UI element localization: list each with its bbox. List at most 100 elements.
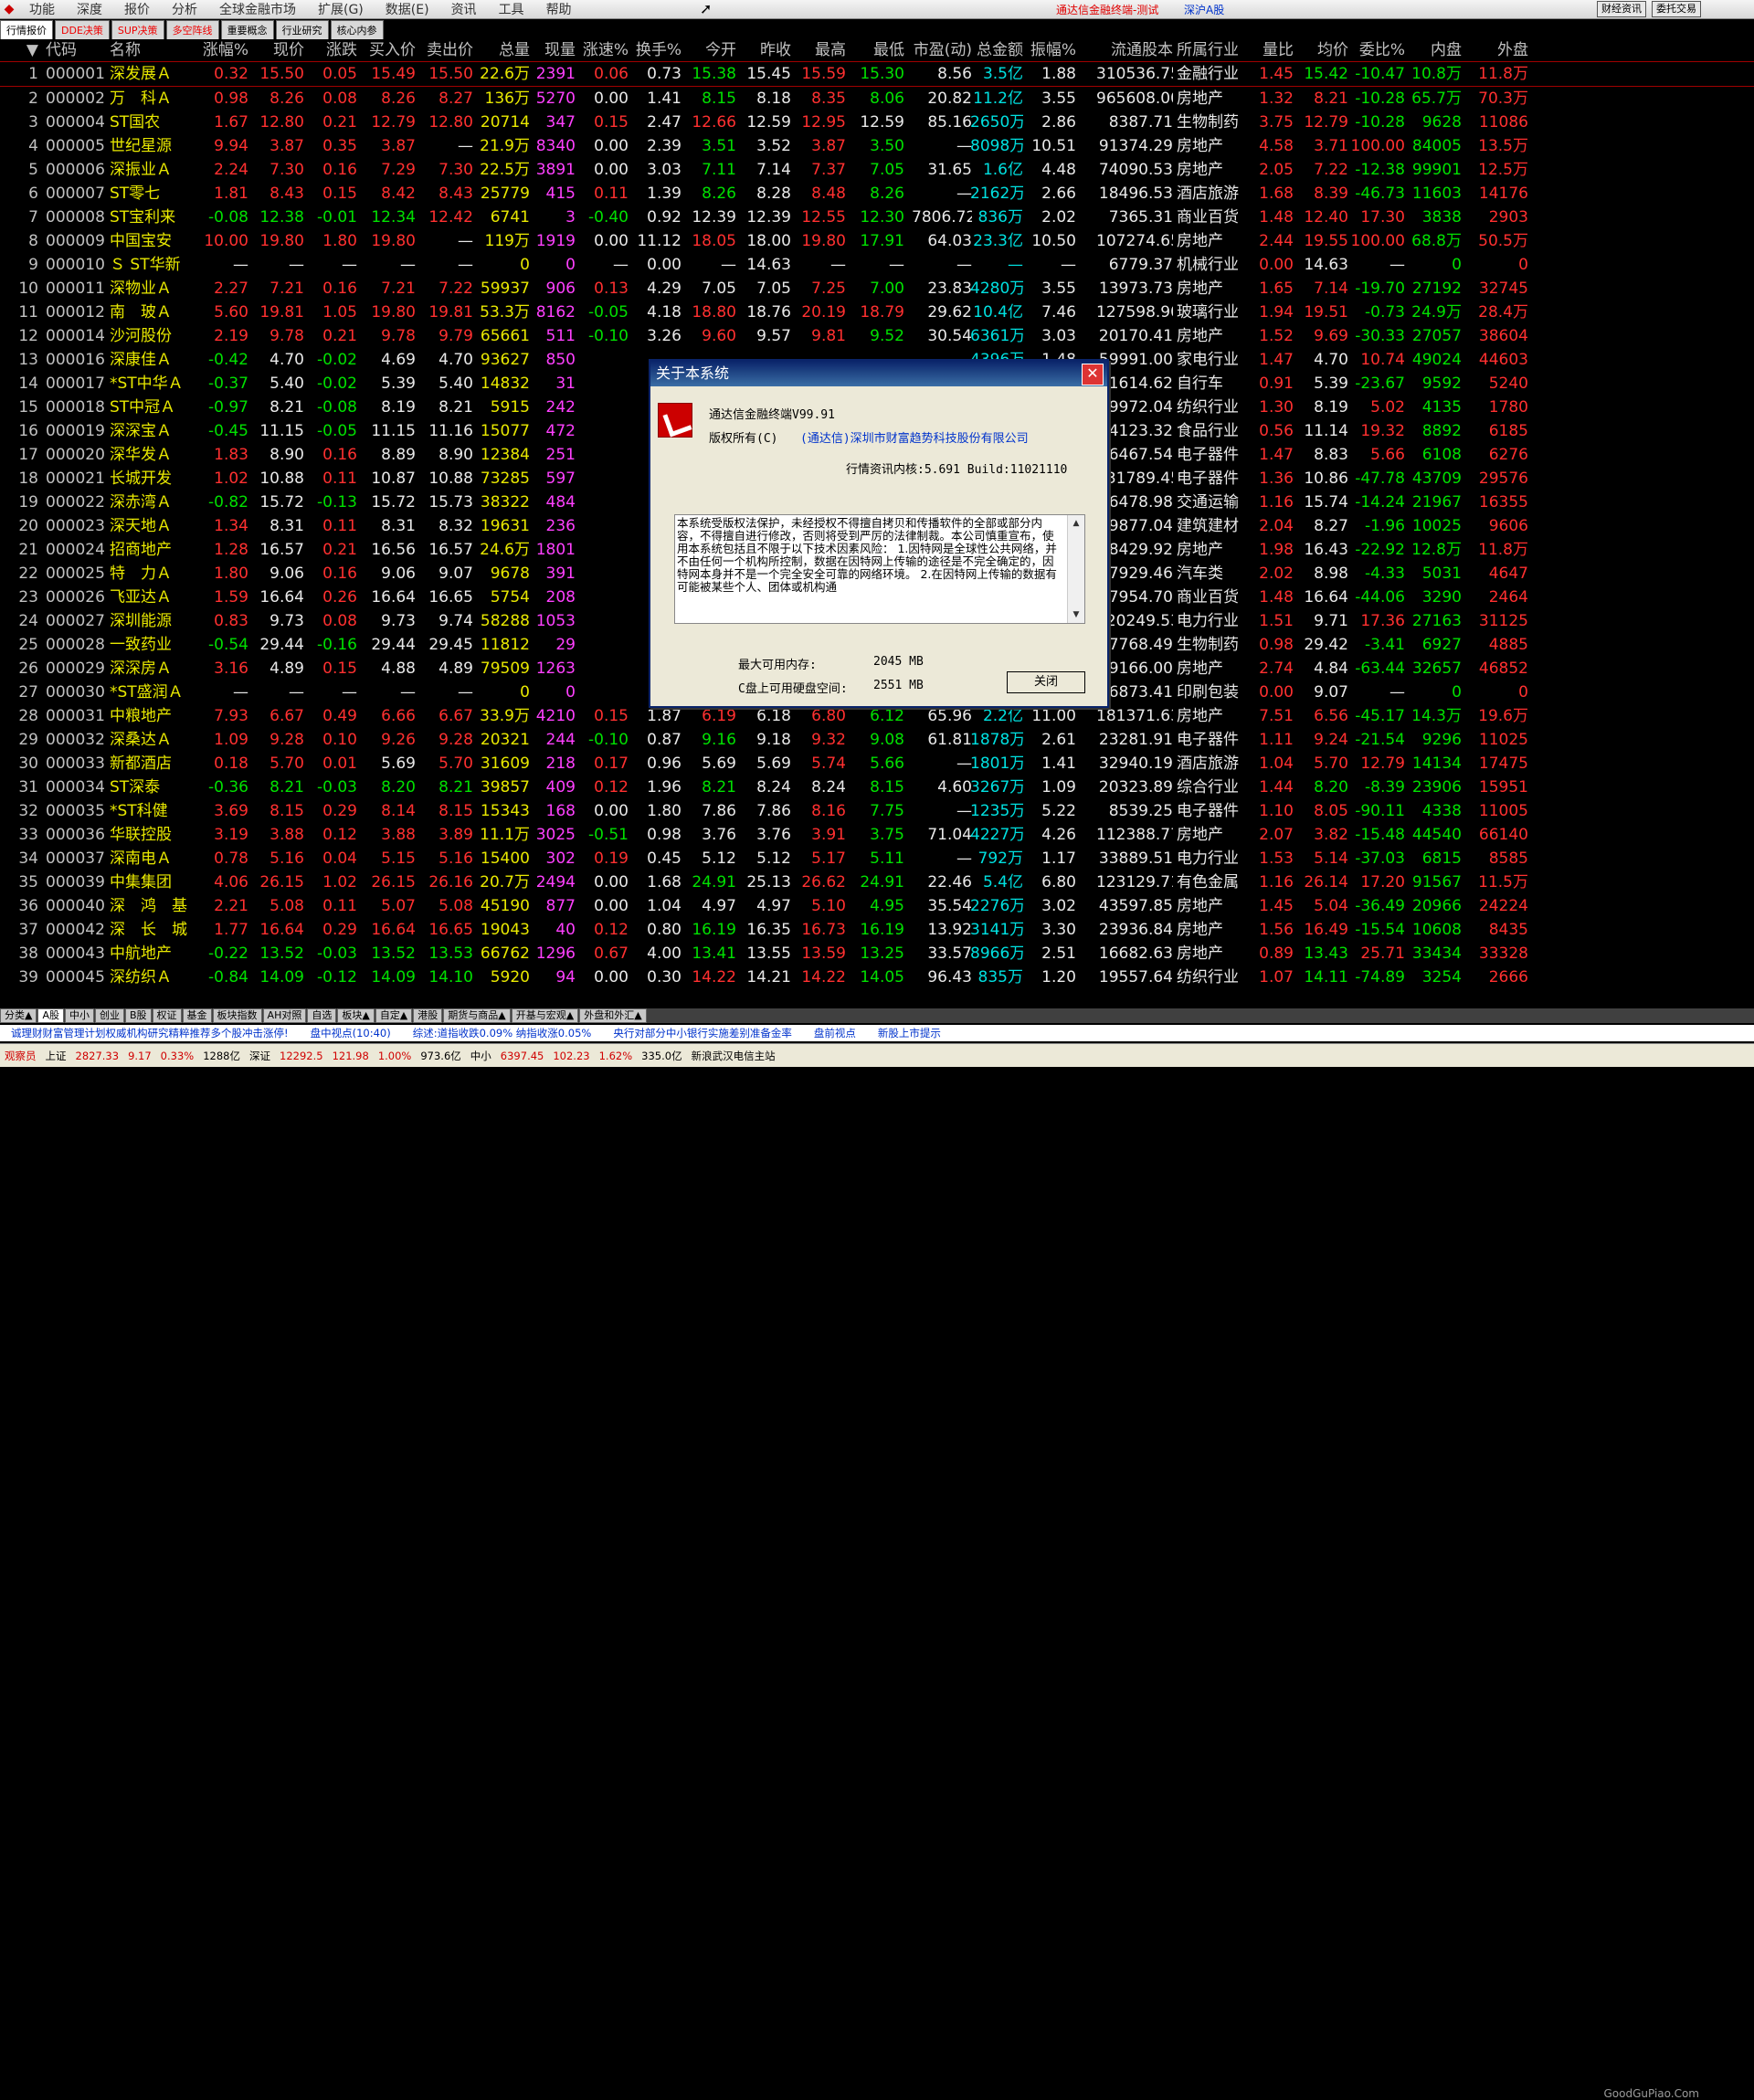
sort-dropdown-icon[interactable]: ▼ xyxy=(7,39,38,61)
table-row[interactable]: 32 000035 *ST科健 3.69 8.15 0.29 8.14 8.15 15343 16… xyxy=(0,799,1754,823)
news-link[interactable]: 盘中视点(10:40) xyxy=(300,1026,402,1040)
menu-item-news[interactable]: 资讯 xyxy=(440,0,488,18)
column-header[interactable]: 代码 xyxy=(46,39,108,61)
table-row[interactable]: 5 000006 深振业Ａ 2.24 7.30 0.16 7.29 7.30 22.5万 3891… xyxy=(0,158,1754,182)
category-tab[interactable]: A股 xyxy=(37,1008,64,1023)
table-row[interactable]: 33 000036 华联控股 3.19 3.88 0.12 3.88 3.89 11.1万 302… xyxy=(0,823,1754,847)
table-row[interactable]: 8 000009 中国宝安 10.00 19.80 1.80 19.80 — 119万 1919 0… xyxy=(0,229,1754,253)
table-row[interactable]: 38 000043 中航地产 -0.22 13.52 -0.03 13.52 13.53 667… xyxy=(0,942,1754,966)
news-link[interactable]: 新股上市提示 xyxy=(867,1026,952,1040)
column-header[interactable]: 所属行业 xyxy=(1177,39,1252,61)
menu-item-analysis[interactable]: 分析 xyxy=(161,0,208,18)
column-header[interactable]: 委比% xyxy=(1350,39,1405,61)
column-header[interactable]: 卖出价 xyxy=(418,39,473,61)
menu-item-function[interactable]: 功能 xyxy=(18,0,66,18)
news-link[interactable]: 盘前视点 xyxy=(803,1026,867,1040)
license-textbox[interactable]: 本系统受版权法保护，未经授权不得擅自拷贝和传播软件的全部或部分内容，不得擅自进行… xyxy=(674,514,1085,624)
category-tab[interactable]: 港股 xyxy=(413,1008,443,1023)
finance-news-button[interactable]: 财经资讯 xyxy=(1597,1,1646,17)
category-tab[interactable]: 自定▲ xyxy=(375,1008,413,1023)
column-header[interactable]: 涨幅% xyxy=(194,39,248,61)
category-tab[interactable]: 期货与商品▲ xyxy=(443,1008,511,1023)
table-row[interactable]: 37 000042 深 长 城 1.77 16.64 0.29 16.64 16.65 1904… xyxy=(0,918,1754,942)
column-header[interactable]: 量比 xyxy=(1244,39,1294,61)
column-header[interactable]: 市盈(动) xyxy=(912,39,972,61)
news-link[interactable]: 诚理财财富管理计划权威机构研究精粹推荐多个股冲击涨停! xyxy=(0,1026,300,1040)
column-header[interactable]: 现量 xyxy=(530,39,576,61)
column-header[interactable]: 换手% xyxy=(629,39,682,61)
category-tab[interactable]: 分类▲ xyxy=(0,1008,37,1023)
category-tab[interactable]: AH对照 xyxy=(262,1008,307,1023)
tab-insider[interactable]: 核心内参 xyxy=(330,20,384,39)
menu-item-tools[interactable]: 工具 xyxy=(488,0,535,18)
column-header[interactable]: 今开 xyxy=(683,39,736,61)
table-row[interactable]: 31 000034 ST深泰 -0.36 8.21 -0.03 8.20 8.21 39857 4… xyxy=(0,776,1754,799)
menu-item-help[interactable]: 帮助 xyxy=(535,0,583,18)
column-header[interactable]: 昨收 xyxy=(738,39,791,61)
category-tab[interactable]: B股 xyxy=(125,1008,152,1023)
category-tab[interactable]: 权证 xyxy=(152,1008,182,1023)
table-row[interactable]: 4 000005 世纪星源 9.94 3.87 0.35 3.87 — 21.9万 8340 0.0… xyxy=(0,134,1754,158)
news-link[interactable]: 央行对部分中小银行实施差别准备金率 xyxy=(602,1026,803,1040)
table-row[interactable]: 36 000040 深 鸿 基 2.21 5.08 0.11 5.07 5.08 45190 87… xyxy=(0,894,1754,918)
category-tab[interactable]: 板块指数 xyxy=(212,1008,262,1023)
dialog-close-icon[interactable]: ✕ xyxy=(1082,364,1104,385)
license-scrollbar[interactable]: ▲ ▼ xyxy=(1067,515,1084,623)
table-row[interactable]: 6 000007 ST零七 1.81 8.43 0.15 8.42 8.43 25779 415 0… xyxy=(0,182,1754,206)
scroll-up-icon[interactable]: ▲ xyxy=(1070,517,1083,530)
table-row[interactable]: 29 000032 深桑达Ａ 1.09 9.28 0.10 9.26 9.28 20321 244… xyxy=(0,728,1754,752)
column-header[interactable]: 总金额 xyxy=(970,39,1023,61)
table-cell: -23.67 xyxy=(1355,375,1405,393)
close-button[interactable]: 关闭 xyxy=(1007,671,1085,693)
category-tab[interactable]: 外盘和外汇▲ xyxy=(579,1008,647,1023)
scroll-down-icon[interactable]: ▼ xyxy=(1070,608,1083,621)
category-tab[interactable]: 创业 xyxy=(95,1008,124,1023)
column-header[interactable]: 振幅% xyxy=(1023,39,1076,61)
tab-dde[interactable]: DDE决策 xyxy=(55,20,110,39)
table-row[interactable]: 2 000002 万 科Ａ 0.98 8.26 0.08 8.26 8.27 136万 5270 0… xyxy=(0,87,1754,111)
column-header[interactable]: 名称 xyxy=(110,39,190,61)
column-header[interactable]: 总量 xyxy=(475,39,530,61)
menu-item-depth[interactable]: 深度 xyxy=(66,0,113,18)
tab-industry[interactable]: 行业研究 xyxy=(275,20,329,39)
table-cell: -0.54 xyxy=(208,636,248,654)
column-header[interactable]: 最高 xyxy=(793,39,846,61)
table-row[interactable]: 7 000008 ST宝利来 -0.08 12.38 -0.01 12.34 12.42 674… xyxy=(0,206,1754,229)
news-link[interactable]: 综述:道指收跌0.09% 纳指收涨0.05% xyxy=(402,1026,603,1040)
menu-item-data[interactable]: 数据(E) xyxy=(375,0,440,18)
column-header[interactable]: 涨速% xyxy=(576,39,629,61)
column-header[interactable]: 外盘 xyxy=(1466,39,1528,61)
category-tab[interactable]: 中小 xyxy=(65,1008,94,1023)
category-tab[interactable]: 板块▲ xyxy=(337,1008,375,1023)
table-row[interactable]: 11 000012 南 玻Ａ 5.60 19.81 1.05 19.80 19.81 53.3万… xyxy=(0,301,1754,324)
table-row[interactable]: 10 000011 深物业Ａ 2.27 7.21 0.16 7.21 7.22 59937 906… xyxy=(0,277,1754,301)
column-header[interactable]: 买入价 xyxy=(361,39,416,61)
column-header[interactable]: 最低 xyxy=(850,39,904,61)
column-header[interactable]: 均价 xyxy=(1295,39,1348,61)
table-row[interactable]: 3 000004 ST国农 1.67 12.80 0.21 12.79 12.80 20714 3… xyxy=(0,111,1754,134)
table-row[interactable]: 35 000039 中集集团 4.06 26.15 1.02 26.15 26.16 20.7万… xyxy=(0,871,1754,894)
table-row[interactable]: 34 000037 深南电Ａ 0.78 5.16 0.04 5.15 5.16 15400 302… xyxy=(0,847,1754,871)
table-row[interactable]: 1 000001 深发展Ａ 0.32 15.50 0.05 15.49 15.50 22.6万 2… xyxy=(0,61,1754,87)
menu-item-extend[interactable]: 扩展(G) xyxy=(307,0,375,18)
trade-button[interactable]: 委托交易 xyxy=(1652,1,1701,17)
category-tab[interactable]: 基金 xyxy=(182,1008,212,1023)
tab-concepts[interactable]: 重要概念 xyxy=(220,20,274,39)
tab-quotes[interactable]: 行情报价 xyxy=(0,20,53,39)
tab-sup[interactable]: SUP决策 xyxy=(111,20,164,39)
table-row[interactable]: 39 000045 深纺织Ａ -0.84 14.09 -0.12 14.09 14.10 592… xyxy=(0,966,1754,989)
column-header[interactable]: 流通股本 xyxy=(1096,39,1173,61)
table-row[interactable]: 9 000010 Ｓ ST华新 — — — — — 0 0 — 0.00 — 14.63 — — — — — 6779… xyxy=(0,253,1754,277)
copyright-owner-link[interactable]: (通达信)深圳市财富趋势科技股份有限公司 xyxy=(800,428,1029,446)
column-header[interactable]: 现价 xyxy=(251,39,304,61)
menu-item-global-market[interactable]: 全球金融市场 xyxy=(208,0,307,18)
table-row[interactable]: 30 000033 新都酒店 0.18 5.70 0.01 5.69 5.70 31609 218… xyxy=(0,752,1754,776)
table-row[interactable]: 12 000014 沙河股份 2.19 9.78 0.21 9.78 9.79 65661 511… xyxy=(0,324,1754,348)
category-tab[interactable]: 自选 xyxy=(307,1008,337,1023)
tab-long-short[interactable]: 多空阵线 xyxy=(165,20,219,39)
menu-item-quote[interactable]: 报价 xyxy=(113,0,161,18)
category-tab[interactable]: 开基与宏观▲ xyxy=(511,1008,579,1023)
column-header[interactable]: 涨跌 xyxy=(306,39,357,61)
column-header[interactable]: 内盘 xyxy=(1405,39,1462,61)
table-cell: 000009 xyxy=(46,232,105,250)
